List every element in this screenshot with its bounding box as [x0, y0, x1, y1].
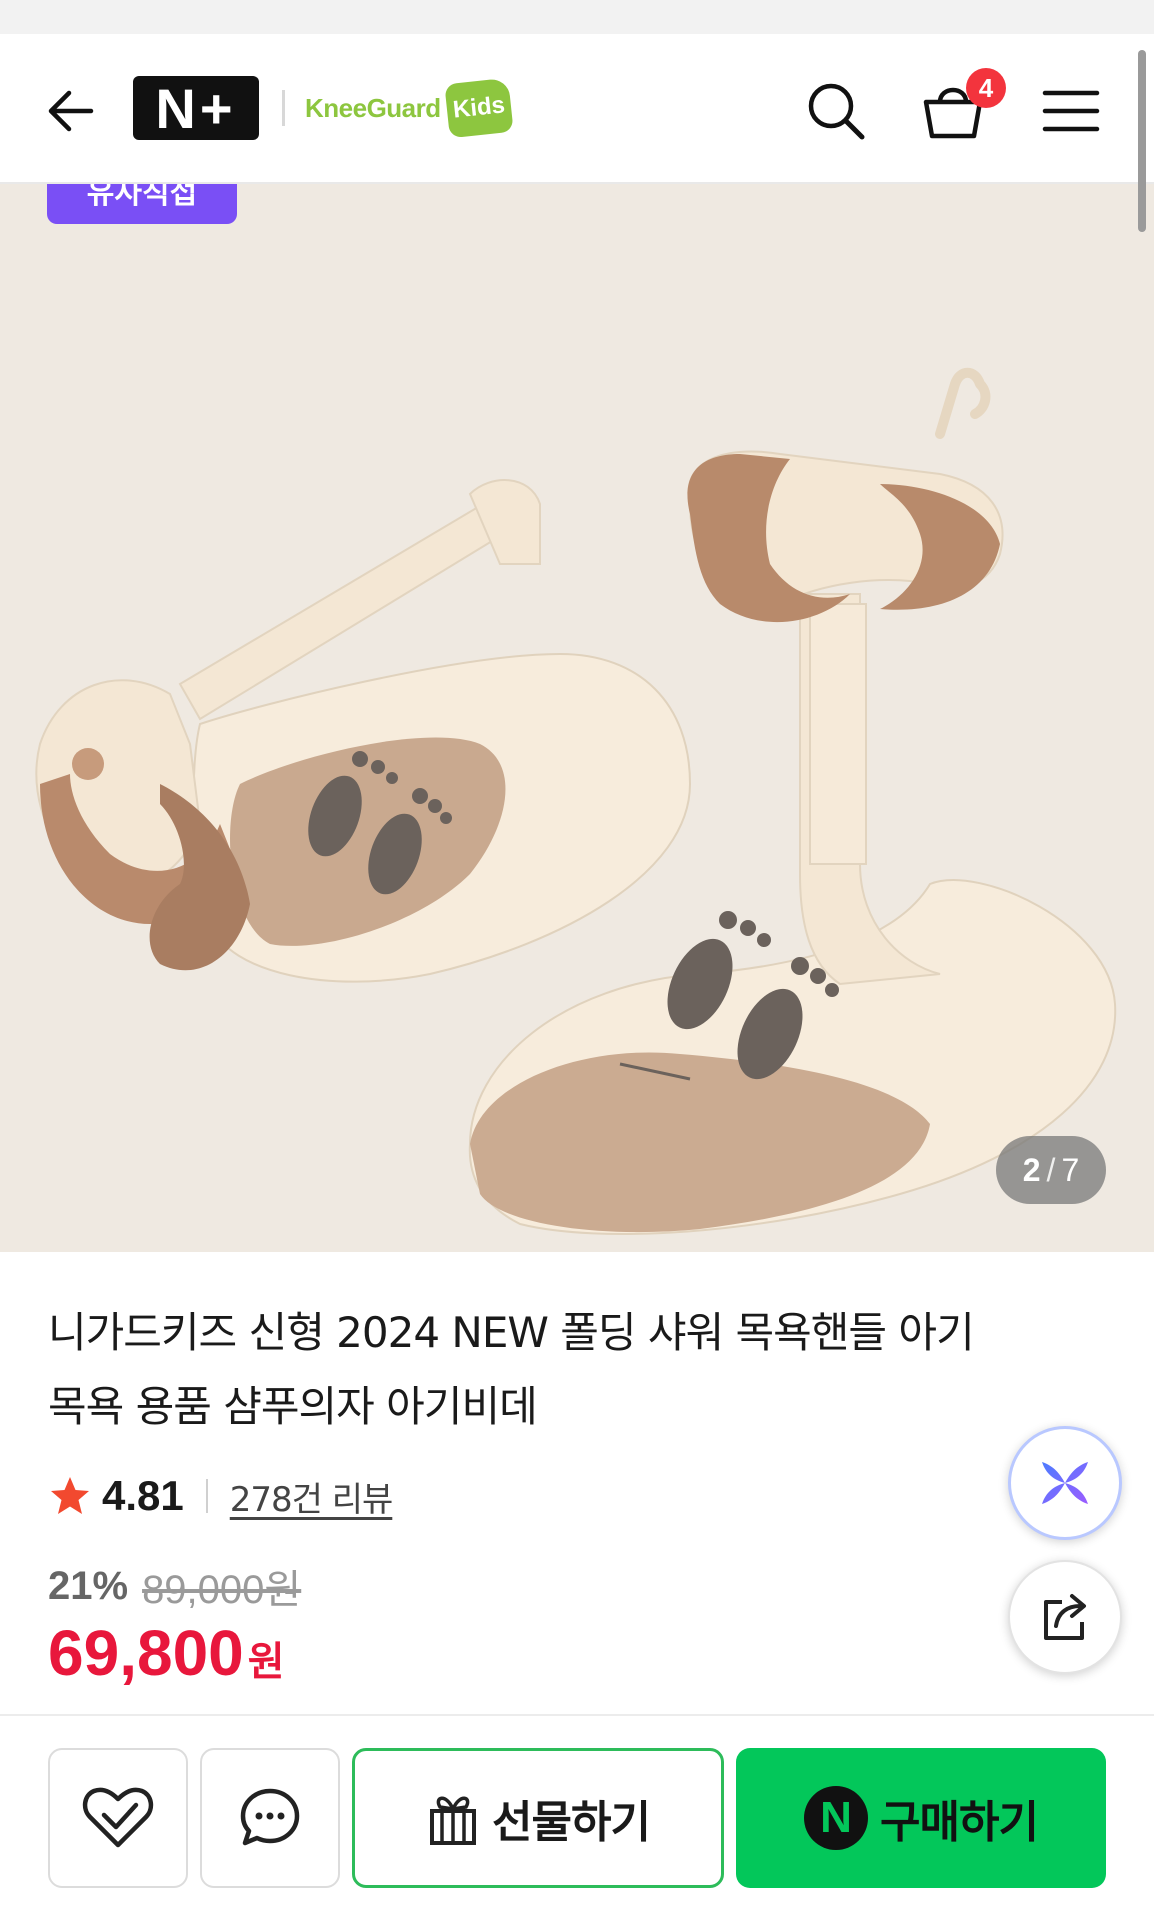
discount-row: 21% 89,000원 — [48, 1558, 301, 1614]
gallery-separator: / — [1046, 1151, 1056, 1188]
search-icon — [808, 83, 865, 140]
chat-bubble-icon — [240, 1788, 300, 1846]
top-header: N+ KneeGuard Kids 4 — [0, 34, 1154, 184]
rating-divider — [205, 1479, 208, 1513]
rating-row: 4.81 278건 리뷰 — [48, 1468, 394, 1524]
brand-kids-badge: Kids — [444, 77, 514, 139]
ai-assistant-button[interactable] — [1008, 1426, 1122, 1540]
share-button[interactable] — [1008, 1560, 1122, 1674]
promo-tag: 유사직접 — [47, 184, 237, 224]
talk-talk-button[interactable] — [200, 1748, 340, 1888]
logo-divider — [282, 90, 285, 126]
status-strip — [0, 0, 1154, 34]
share-icon — [1044, 1594, 1086, 1640]
product-image — [35, 367, 1117, 1235]
sale-price: 69,800 — [48, 1617, 244, 1689]
brand-logo[interactable]: KneeGuard Kids — [305, 77, 514, 139]
buy-button[interactable]: N 구매하기 — [736, 1748, 1106, 1888]
gallery-total: 7 — [1061, 1151, 1080, 1188]
ai-sparkle-icon — [1042, 1462, 1088, 1504]
gallery-current: 2 — [1022, 1151, 1041, 1188]
wishlist-button[interactable] — [48, 1748, 188, 1888]
gift-button[interactable]: 선물하기 — [352, 1748, 724, 1888]
back-button[interactable] — [38, 78, 104, 144]
menu-button[interactable] — [1036, 76, 1106, 146]
product-title: 니가드키즈 신형 2024 NEW 폴딩 샤워 목욕핸들 아기목욕 용품 샴푸의… — [48, 1308, 975, 1431]
cart-count-badge: 4 — [966, 68, 1006, 108]
buy-button-label: 구매하기 — [880, 1797, 1039, 1848]
back-arrow-icon — [48, 90, 94, 132]
page-scrollbar[interactable] — [1138, 50, 1146, 232]
gift-button-label: 선물하기 — [492, 1797, 651, 1848]
original-price: 89,000원 — [142, 1568, 302, 1612]
star-icon — [51, 1477, 89, 1514]
brand-name: KneeGuard — [305, 92, 441, 123]
bottom-action-bar: 선물하기 N 구매하기 — [0, 1714, 1154, 1920]
search-button[interactable] — [801, 76, 871, 146]
folded-bath-stand — [35, 479, 692, 983]
nplus-logo[interactable]: N+ — [133, 76, 259, 140]
rating-value: 4.81 — [102, 1472, 184, 1519]
gift-icon — [430, 1796, 477, 1845]
menu-icon — [1042, 90, 1100, 132]
price-unit: 원 — [247, 1639, 285, 1685]
review-count-link[interactable]: 278건 리뷰 — [230, 1472, 394, 1521]
product-image-gallery[interactable]: 유사직접 2 / 7 — [0, 184, 1154, 1252]
naverpay-n-icon: N — [804, 1786, 869, 1850]
discount-percent: 21% — [48, 1563, 129, 1608]
heart-check-icon — [82, 1787, 154, 1848]
gallery-page-counter: 2 / 7 — [996, 1136, 1106, 1204]
price-row: 69,800 원 — [48, 1616, 285, 1696]
